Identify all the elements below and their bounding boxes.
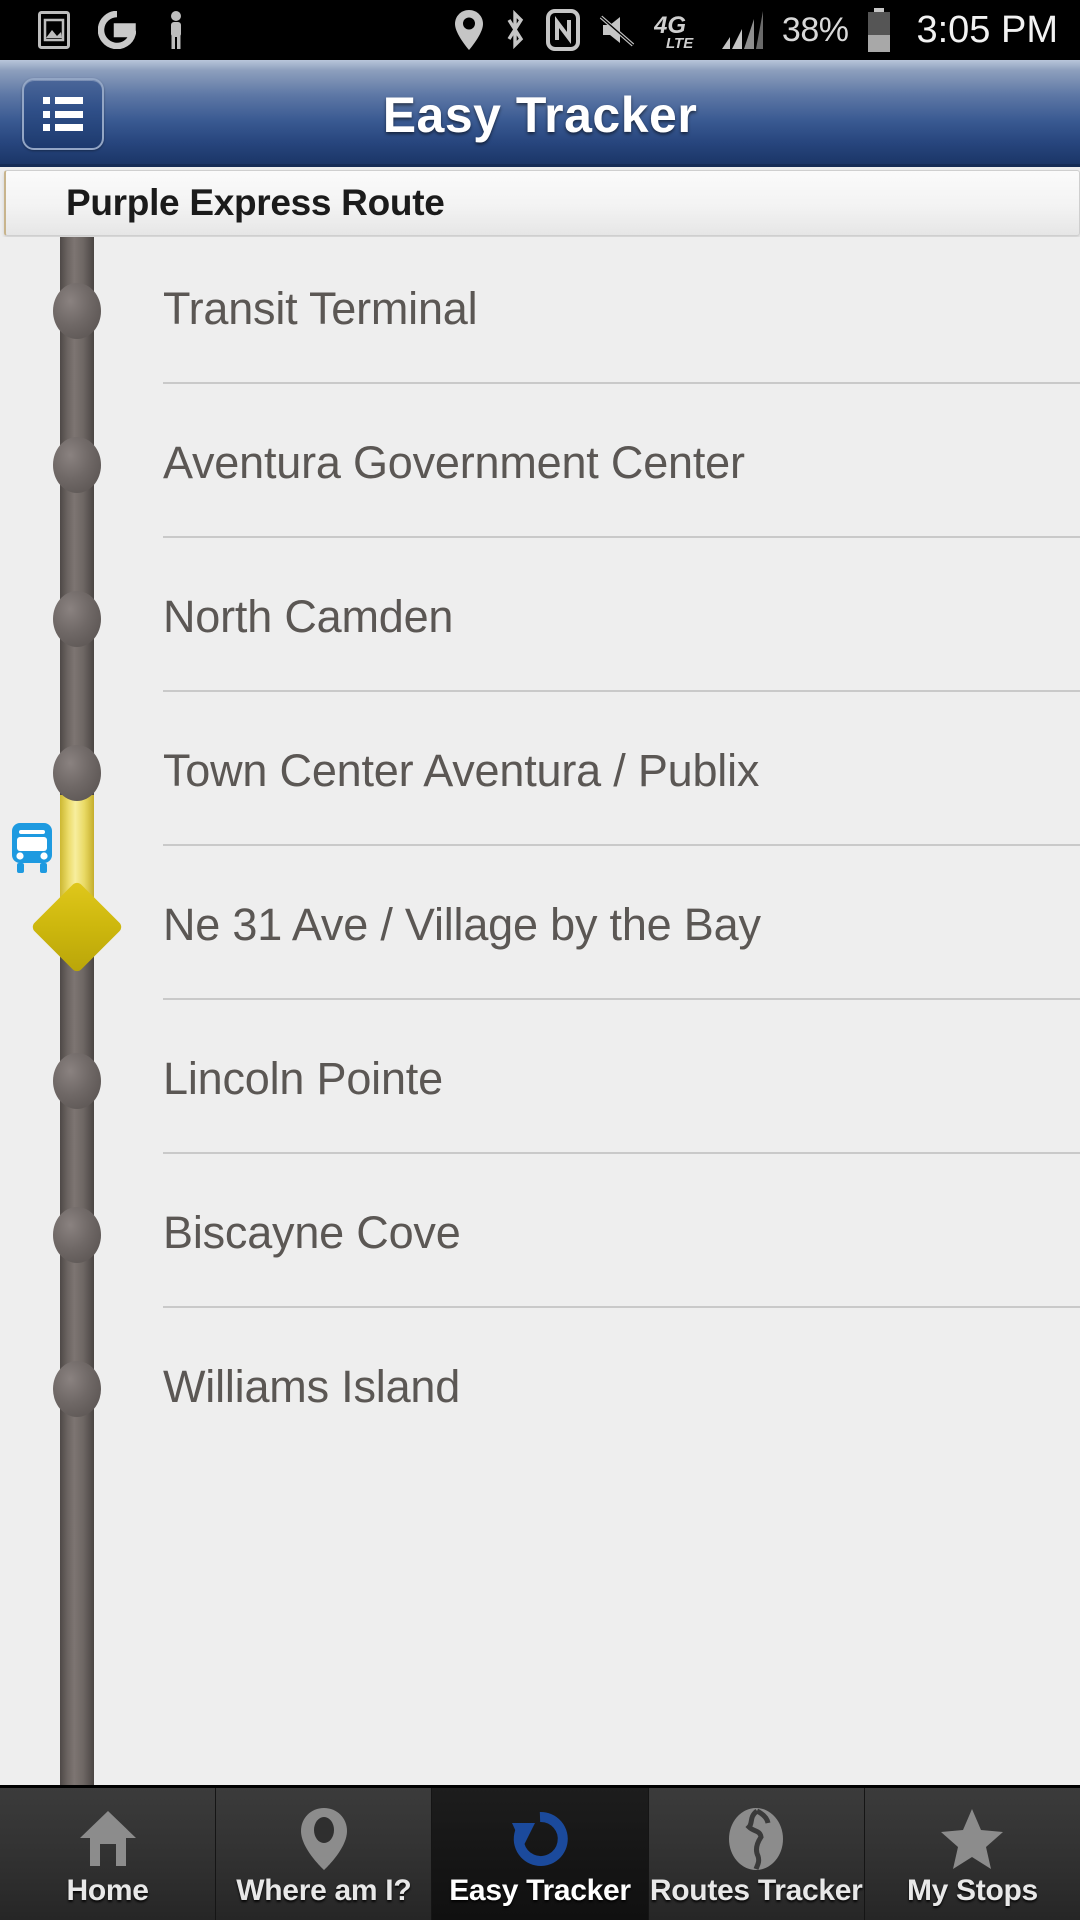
stop-list-item[interactable] bbox=[0, 1312, 1080, 1466]
stop-name-label: Aventura Government Center bbox=[163, 437, 745, 488]
stop-list-item[interactable] bbox=[0, 237, 1080, 388]
status-bar-right-icons: 4G LTE 38% 3:05 PM bbox=[454, 8, 1058, 52]
tab-label: Easy Tracker bbox=[449, 1874, 631, 1907]
home-icon bbox=[76, 1806, 140, 1872]
stop-name-label: Transit Terminal bbox=[163, 283, 478, 334]
stop-list-item[interactable] bbox=[0, 1158, 1080, 1312]
row-divider bbox=[163, 536, 1080, 538]
star-icon bbox=[939, 1806, 1005, 1872]
route-title-label: Purple Express Route bbox=[66, 182, 445, 223]
stop-name-label: Ne 31 Ave / Village by the Bay bbox=[163, 899, 761, 950]
tab-label: Routes Tracker bbox=[649, 1874, 863, 1907]
row-divider bbox=[163, 998, 1080, 1000]
tab-routes-tracker[interactable]: Routes Tracker bbox=[648, 1788, 865, 1920]
row-divider bbox=[163, 382, 1080, 384]
4g-lte-icon: 4G LTE bbox=[653, 9, 702, 52]
pedestrian-icon bbox=[164, 10, 188, 50]
battery-icon bbox=[866, 8, 892, 52]
tab-easy-tracker[interactable]: Easy Tracker bbox=[432, 1788, 649, 1920]
gallery-icon bbox=[38, 11, 70, 49]
stop-name-label: Town Center Aventura / Publix bbox=[163, 745, 760, 796]
tab-home[interactable]: Home bbox=[0, 1788, 217, 1920]
globe-icon bbox=[727, 1806, 785, 1872]
tab-label: My Stops bbox=[906, 1874, 1038, 1907]
tab-label: Where am I? bbox=[236, 1874, 412, 1907]
row-divider bbox=[163, 690, 1080, 692]
svg-text:LTE: LTE bbox=[666, 35, 694, 51]
volume-muted-icon bbox=[598, 10, 636, 50]
tab-my-stops[interactable]: My Stops bbox=[864, 1788, 1080, 1920]
phone-screen: 4G LTE 38% 3:05 PM Easy Tracker Purple E… bbox=[0, 0, 1080, 1920]
stop-name-label: Lincoln Pointe bbox=[163, 1053, 443, 1104]
nfc-icon bbox=[545, 9, 580, 51]
route-title-panel[interactable]: Purple Express Route bbox=[4, 170, 1080, 236]
status-bar-left-icons bbox=[38, 10, 188, 50]
bottom-tab-bar[interactable]: Home Where am I? Easy Tracker Routes Tracke… bbox=[0, 1785, 1080, 1920]
stop-list-item[interactable] bbox=[0, 542, 1080, 696]
bus-vehicle-icon bbox=[8, 821, 56, 875]
row-divider bbox=[163, 1152, 1080, 1154]
page-title: Easy Tracker bbox=[382, 87, 698, 143]
row-divider bbox=[163, 844, 1080, 846]
tab-where-am-i[interactable]: Where am I? bbox=[216, 1788, 433, 1920]
stop-name-label: Biscayne Cove bbox=[163, 1207, 461, 1258]
google-g-icon bbox=[97, 10, 137, 50]
row-divider bbox=[163, 1306, 1080, 1308]
stop-name-label: Williams Island bbox=[163, 1361, 461, 1412]
stop-list-item[interactable] bbox=[0, 1004, 1080, 1158]
location-pin-icon bbox=[454, 9, 484, 51]
status-bar-clock: 3:05 PM bbox=[916, 8, 1058, 51]
signal-bars-icon bbox=[720, 9, 764, 51]
app-header: Easy Tracker bbox=[0, 60, 1080, 167]
tab-label: Home bbox=[66, 1874, 149, 1907]
rotate-arrow-icon bbox=[508, 1806, 572, 1872]
status-bar: 4G LTE 38% 3:05 PM bbox=[0, 0, 1080, 60]
battery-percent-label: 38% bbox=[781, 10, 849, 49]
location-pin-icon bbox=[299, 1806, 349, 1872]
bluetooth-icon bbox=[502, 9, 528, 51]
stop-name-label: North Camden bbox=[163, 591, 454, 642]
stop-list[interactable]: Transit Terminal Aventura Government Cent… bbox=[0, 237, 1080, 1785]
